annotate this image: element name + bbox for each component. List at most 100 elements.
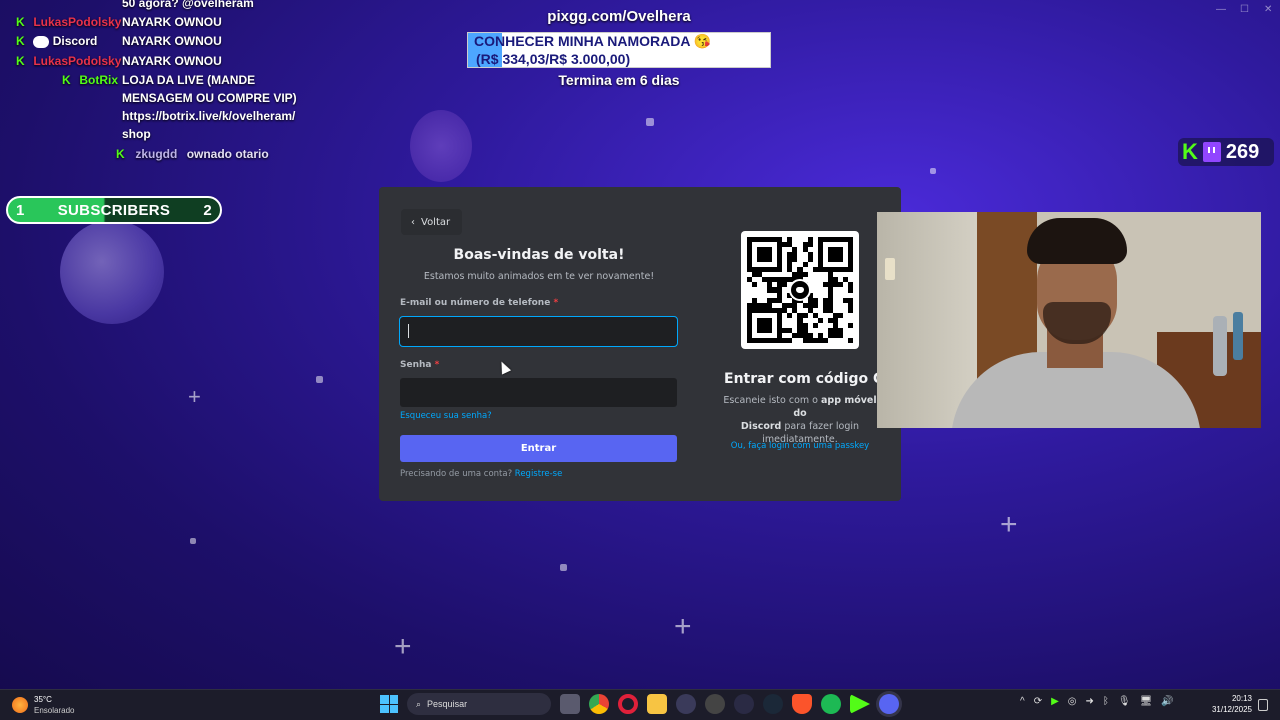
chat-message: K LukasPodolsky NAYARK OWNOU xyxy=(16,15,222,29)
register-prompt: Precisando de uma conta? Registre-se xyxy=(400,469,562,479)
chat-message: 50 agora? @ovelheram xyxy=(122,0,254,10)
maximize-icon[interactable]: ☐ xyxy=(1240,4,1249,15)
email-label-text: E-mail ou número de telefone xyxy=(400,298,551,308)
register-link[interactable]: Registre-se xyxy=(515,469,563,479)
chat-message-text: 50 agora? @ovelheram xyxy=(122,0,254,10)
background-sparkle xyxy=(646,118,654,126)
taskbar-apps: ⌕ Pesquisar xyxy=(380,693,899,715)
kick-app-icon[interactable] xyxy=(850,694,870,714)
chat-message: K BotRix LOJA DA LIVE (MANDE xyxy=(62,73,255,87)
chevron-up-icon[interactable]: ^ xyxy=(1020,696,1025,707)
taskbar-search[interactable]: ⌕ Pesquisar xyxy=(407,693,551,715)
webcam-person-hair xyxy=(1027,218,1127,264)
passkey-login-link[interactable]: Ou, faça login com uma passkey xyxy=(719,441,881,451)
qr-description-text: Escaneie isto com o xyxy=(723,395,821,406)
qr-title: Entrar com código QR xyxy=(724,371,896,387)
webcam-light-switch xyxy=(885,258,895,280)
clock-date: 31/12/2025 xyxy=(1211,705,1252,714)
background-sparkle: + xyxy=(188,384,201,409)
background-potion xyxy=(410,110,472,182)
chat-link[interactable]: shop xyxy=(122,127,151,141)
notification-icon[interactable] xyxy=(1258,699,1268,711)
donation-url: pixgg.com/Ovelhera xyxy=(547,8,691,25)
chat-username: LukasPodolsky xyxy=(33,15,122,29)
chat-message: K LukasPodolsky NAYARK OWNOU xyxy=(16,54,222,68)
chat-message-text: NAYARK OWNOU xyxy=(122,15,222,29)
subscribers-goal-bar: 1 SUBSCRIBERS 2 xyxy=(6,196,222,224)
close-icon[interactable]: ✕ xyxy=(1264,4,1272,15)
chat-message: K zkugdd ownado otario xyxy=(116,147,269,161)
background-sparkle xyxy=(190,538,196,544)
network-icon[interactable]: 🖥 xyxy=(1140,696,1153,707)
password-field[interactable] xyxy=(400,378,677,407)
chrome-icon[interactable] xyxy=(589,694,609,714)
app-icon[interactable] xyxy=(705,694,725,714)
back-button[interactable]: ‹ Voltar xyxy=(401,209,463,235)
kick-badge-icon: K xyxy=(16,54,25,68)
kick-badge-icon: K xyxy=(116,147,125,161)
qr-description-bold: Discord xyxy=(740,421,782,432)
chat-message-text: NAYARK OWNOU xyxy=(122,54,222,68)
play-icon[interactable]: ▶ xyxy=(1051,696,1059,707)
login-button[interactable]: Entrar xyxy=(400,435,677,462)
back-button-label: Voltar xyxy=(421,216,451,228)
kick-badge-icon: K xyxy=(62,73,71,87)
app-icon[interactable] xyxy=(676,694,696,714)
chat-message-text: NAYARK OWNOU xyxy=(122,34,222,48)
webcam-feed xyxy=(877,212,1261,428)
chat-message-text: ownado otario xyxy=(186,147,269,161)
file-explorer-icon[interactable] xyxy=(647,694,667,714)
webcam-bottle xyxy=(1233,312,1243,360)
brave-icon[interactable] xyxy=(792,694,812,714)
background-sparkle: + xyxy=(394,630,412,663)
forgot-password-link[interactable]: Esqueceu sua senha? xyxy=(400,411,492,421)
subscribers-label: SUBSCRIBERS xyxy=(57,201,171,219)
chat-message-text: LOJA DA LIVE (MANDE xyxy=(122,73,256,87)
register-prompt-text: Precisando de uma conta? xyxy=(400,469,513,479)
app-icon[interactable] xyxy=(734,694,754,714)
spotify-icon[interactable] xyxy=(821,694,841,714)
volume-icon[interactable]: 🔊 xyxy=(1161,696,1173,707)
weather-temperature: 35°C xyxy=(34,695,52,704)
qr-description: Escaneie isto com o app móvel do Discord… xyxy=(719,394,881,446)
required-mark: * xyxy=(434,360,440,370)
opera-icon[interactable] xyxy=(618,694,638,714)
steam-icon[interactable] xyxy=(763,694,783,714)
chat-username: BotRix xyxy=(79,73,119,87)
background-sparkle: + xyxy=(674,610,692,643)
password-label: Senha * xyxy=(400,360,439,370)
taskbar-clock[interactable]: 20:13 31/12/2025 xyxy=(1208,693,1252,715)
text-caret xyxy=(408,324,409,338)
search-placeholder: Pesquisar xyxy=(427,699,468,709)
background-sparkle xyxy=(560,564,567,571)
weather-text: 35°C Ensolarado xyxy=(34,694,74,716)
donation-goal-box: CONHECER MINHA NAMORADA 😘 (R$ 334,03/R$ … xyxy=(467,32,771,68)
minimize-icon[interactable]: — xyxy=(1216,4,1226,15)
search-icon: ⌕ xyxy=(416,698,422,709)
email-field[interactable] xyxy=(399,316,678,347)
discord-app-icon[interactable] xyxy=(879,694,899,714)
webcam-bottle xyxy=(1213,316,1227,376)
login-qr-code xyxy=(741,231,859,349)
chat-username: zkugdd xyxy=(135,147,178,161)
required-mark: * xyxy=(553,298,559,308)
sync-icon[interactable]: ⟳ xyxy=(1034,696,1042,707)
windows-start-icon[interactable] xyxy=(380,695,398,713)
bluetooth-icon[interactable]: ᛒ xyxy=(1103,696,1109,707)
settings-icon[interactable]: ◎ xyxy=(1068,696,1077,707)
chat-link[interactable]: https://botrix.live/k/ovelheram/ xyxy=(122,109,295,123)
login-title: Boas-vindas de volta! xyxy=(453,247,625,263)
viewer-count: 269 xyxy=(1225,140,1260,163)
viewer-count-widget: K 269 xyxy=(1178,138,1274,166)
weather-widget[interactable]: 35°C Ensolarado xyxy=(12,694,74,716)
sun-icon xyxy=(12,697,28,713)
task-view-icon[interactable] xyxy=(560,694,580,714)
qr-module xyxy=(847,337,853,343)
background-orb xyxy=(60,220,164,324)
arrow-icon[interactable]: ➜ xyxy=(1086,696,1094,707)
chat-username: LukasPodolsky xyxy=(33,54,122,68)
discord-logo-icon xyxy=(789,279,811,301)
login-subtitle: Estamos muito animados em te ver novamen… xyxy=(423,271,655,282)
microphone-icon[interactable]: 🎙 xyxy=(1118,696,1131,707)
donation-goal-amount: (R$ 334,03/R$ 3.000,00) xyxy=(476,51,631,67)
